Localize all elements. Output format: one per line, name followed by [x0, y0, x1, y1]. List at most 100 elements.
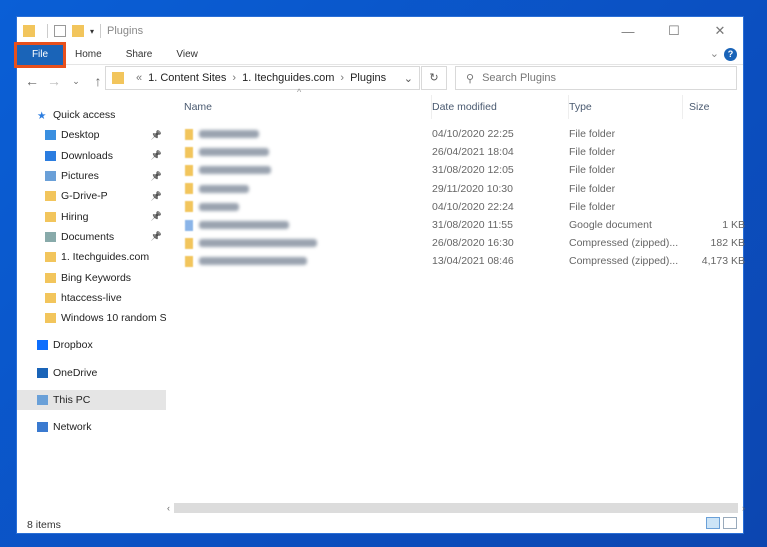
quick-access-dropdown-icon[interactable]: ▾ — [90, 27, 94, 36]
file-type: File folder — [569, 128, 616, 141]
overflow-indicator[interactable]: « — [136, 72, 142, 84]
maximize-button[interactable]: ☐ — [651, 17, 697, 45]
file-row[interactable]: 13/04/2021 08:46 Compressed (zipped)... … — [167, 252, 745, 270]
file-date: 04/10/2020 22:25 — [432, 128, 514, 141]
file-type: Compressed (zipped)... — [569, 237, 679, 250]
file-name-redacted — [199, 184, 249, 193]
file-icon — [185, 255, 193, 267]
sidebar-item[interactable]: Pictures 📌 — [17, 166, 166, 186]
window-title: Plugins — [107, 25, 144, 37]
file-name-redacted — [199, 166, 271, 175]
large-icons-view-button[interactable] — [723, 517, 737, 529]
file-date: 31/08/2020 11:55 — [432, 219, 513, 232]
sidebar-item-label: This PC — [53, 394, 91, 406]
recent-locations-icon[interactable]: ⌄ — [65, 76, 87, 87]
sidebar-item[interactable]: Hiring 📌 — [17, 206, 166, 226]
sidebar-item[interactable]: 1. Itechguides.com — [17, 247, 166, 267]
chevron-right-icon[interactable]: › — [340, 72, 344, 84]
search-placeholder: Search Plugins — [482, 72, 557, 84]
sidebar-item-label: Network — [53, 421, 92, 434]
sidebar-item[interactable]: Bing Keywords — [17, 267, 166, 287]
file-row[interactable]: 31/08/2020 11:55 Google document 1 KB — [167, 216, 745, 234]
sidebar-item[interactable]: Dropbox — [17, 335, 166, 355]
sidebar-item[interactable]: Downloads 📌 — [17, 146, 166, 166]
help-icon[interactable]: ? — [724, 48, 737, 61]
refresh-button[interactable]: ↻ — [421, 66, 447, 90]
sidebar-item[interactable]: Windows 10 random Sh — [17, 308, 166, 328]
pc-icon — [37, 395, 48, 405]
expand-ribbon-icon[interactable]: ⌄ — [710, 47, 719, 60]
title-bar: ▾ Plugins — ☐ ✕ — [17, 17, 743, 45]
file-row[interactable]: 29/11/2020 10:30 File folder — [167, 180, 745, 198]
chevron-down-icon[interactable]: ⌄ — [404, 72, 413, 85]
sidebar-item[interactable]: Desktop 📌 — [17, 125, 166, 145]
file-type: Compressed (zipped)... — [569, 255, 679, 268]
column-date-modified[interactable]: Date modified — [432, 95, 569, 119]
search-input[interactable]: ⚲ Search Plugins — [455, 66, 737, 90]
file-name-redacted — [199, 202, 239, 211]
sidebar-item[interactable]: This PC — [17, 389, 166, 411]
tab-share[interactable]: Share — [114, 45, 165, 65]
file-type: File folder — [569, 200, 616, 213]
file-name-redacted — [199, 257, 307, 266]
scroll-right-icon[interactable]: › — [742, 503, 745, 513]
pin-icon[interactable]: 📌 — [151, 171, 162, 182]
forward-icon[interactable]: → — [43, 73, 65, 89]
sidebar-item-label: OneDrive — [53, 366, 98, 379]
sidebar-item[interactable]: OneDrive — [17, 363, 166, 383]
scroll-left-icon[interactable]: ‹ — [167, 503, 170, 513]
properties-icon[interactable] — [54, 25, 66, 37]
file-date: 31/08/2020 12:05 — [432, 164, 514, 177]
file-name-redacted — [199, 148, 269, 157]
pin-icon[interactable]: 📌 — [151, 150, 162, 161]
breadcrumb-item[interactable]: 1. Itechguides.com — [242, 72, 334, 84]
folder-icon — [23, 25, 35, 37]
folder-icon — [45, 211, 56, 222]
file-row[interactable]: 31/08/2020 12:05 File folder — [167, 161, 745, 179]
status-item-count: 8 items — [27, 519, 61, 531]
horizontal-scrollbar[interactable]: ‹ › — [167, 501, 745, 515]
file-icon — [185, 237, 193, 249]
file-row[interactable]: 26/08/2020 16:30 Compressed (zipped)... … — [167, 234, 745, 252]
file-icon — [185, 219, 193, 231]
close-button[interactable]: ✕ — [697, 17, 743, 45]
address-bar[interactable]: « 1. Content Sites › 1. Itechguides.com … — [105, 66, 420, 90]
sidebar-item-label: Quick access — [53, 109, 116, 122]
breadcrumb-item[interactable]: Plugins — [350, 72, 386, 84]
sidebar-item-label: 1. Itechguides.com — [61, 251, 150, 264]
back-icon[interactable]: ← — [21, 73, 43, 89]
file-size: 1 KB — [722, 219, 745, 232]
file-row[interactable]: 04/10/2020 22:25 File folder — [167, 125, 745, 143]
pin-icon[interactable]: 📌 — [151, 130, 162, 141]
sidebar-item-label: Downloads — [61, 149, 113, 162]
tab-file[interactable]: File — [14, 41, 66, 68]
file-type: File folder — [569, 164, 616, 177]
chevron-right-icon[interactable]: › — [232, 72, 236, 84]
pin-icon[interactable]: 📌 — [151, 191, 162, 202]
pictures-icon — [45, 171, 56, 182]
pin-icon[interactable]: 📌 — [151, 231, 162, 242]
column-size[interactable]: Size — [683, 101, 745, 113]
folder-icon — [185, 164, 193, 176]
tab-view[interactable]: View — [164, 45, 210, 65]
file-type: File folder — [569, 182, 616, 195]
dropbox-icon — [37, 340, 48, 351]
sidebar-item[interactable]: G-Drive-P 📌 — [17, 186, 166, 206]
file-row[interactable]: 26/04/2021 18:04 File folder — [167, 143, 745, 161]
pin-icon[interactable]: 📌 — [151, 211, 162, 222]
minimize-button[interactable]: — — [605, 17, 651, 45]
column-type[interactable]: Type — [569, 95, 683, 119]
breadcrumb-item[interactable]: 1. Content Sites — [148, 72, 226, 84]
tab-home[interactable]: Home — [63, 45, 114, 65]
new-folder-icon[interactable] — [72, 25, 84, 37]
sidebar-item[interactable]: htaccess-live — [17, 288, 166, 308]
column-name[interactable]: Name — [167, 95, 432, 119]
scrollbar-thumb[interactable] — [174, 503, 738, 513]
sidebar-item[interactable]: Documents 📌 — [17, 227, 166, 247]
sidebar-item[interactable]: Network — [17, 417, 166, 437]
file-row[interactable]: 04/10/2020 22:24 File folder — [167, 198, 745, 216]
details-view-button[interactable] — [706, 517, 720, 529]
folder-icon — [45, 292, 56, 303]
desktop-icon — [45, 130, 56, 141]
sidebar-item[interactable]: ★ Quick access — [17, 105, 166, 125]
